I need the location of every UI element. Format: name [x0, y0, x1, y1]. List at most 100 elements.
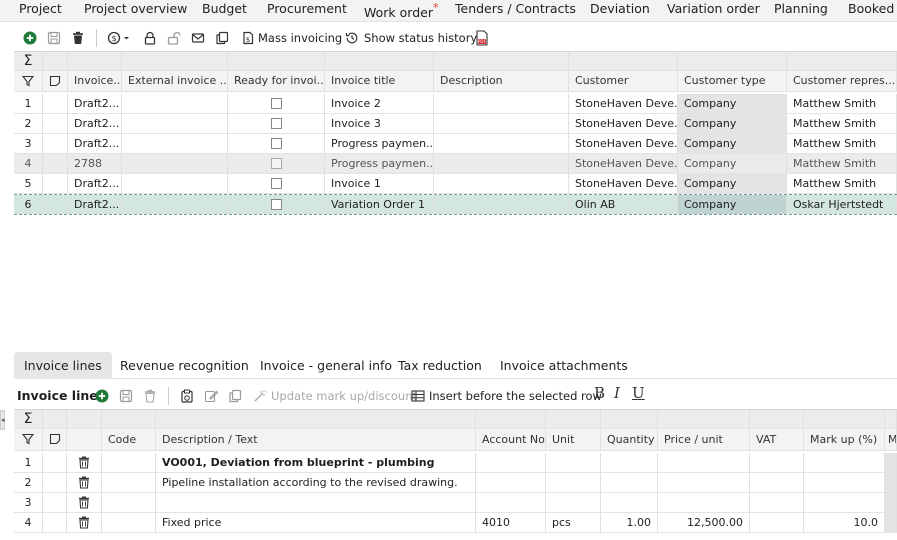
cell-code[interactable]	[102, 453, 156, 472]
cell-description[interactable]	[434, 114, 569, 133]
underline-button[interactable]: U	[632, 385, 645, 401]
cell-customer[interactable]: Olin AB	[569, 195, 678, 214]
table-row-selected[interactable]: 6 Draft2... Variation Order 1 Olin AB Co…	[14, 194, 897, 215]
col-header-customer-type[interactable]: Customer type	[678, 71, 787, 91]
cell-description[interactable]	[434, 154, 569, 173]
cell-invoice-title[interactable]: Invoice 3	[325, 114, 434, 133]
cell-quantity[interactable]	[601, 453, 658, 472]
cell-account-no[interactable]	[476, 473, 546, 492]
table-row[interactable]: 1 Draft2... Invoice 2 StoneHaven Deve...…	[14, 94, 897, 114]
delete-icon[interactable]	[70, 30, 86, 46]
nav-tab-booked-costs[interactable]: Booked C	[848, 0, 897, 18]
cell-customer-representative[interactable]: Matthew Smith	[787, 174, 897, 193]
sigma-icon[interactable]: Σ	[14, 52, 43, 70]
cell-external-invoice[interactable]	[122, 154, 228, 173]
note-icon[interactable]	[43, 71, 68, 91]
currency-dropdown-icon[interactable]: $	[106, 30, 130, 46]
cell-customer-type[interactable]: Company	[678, 195, 787, 214]
delete-line-icon[interactable]	[142, 388, 158, 404]
insert-row-icon[interactable]	[410, 388, 426, 404]
cell-customer[interactable]: StoneHaven Deve...	[569, 174, 678, 193]
col-header-code[interactable]: Code	[102, 429, 156, 450]
col-header-external-invoice[interactable]: External invoice ...	[122, 71, 228, 91]
cell-unit[interactable]	[546, 493, 601, 512]
cell-customer-type[interactable]: Company	[678, 174, 787, 193]
show-status-history-button[interactable]: Show status history	[364, 30, 477, 46]
cell-quantity[interactable]: 1.00	[601, 513, 658, 532]
ready-checkbox[interactable]	[228, 94, 325, 113]
delete-row-icon[interactable]	[67, 473, 102, 492]
cell-unit[interactable]: pcs	[546, 513, 601, 532]
cell-customer-representative[interactable]: Matthew Smith	[787, 134, 897, 153]
edit-icon[interactable]	[203, 388, 219, 404]
col-header-invoice-title[interactable]: Invoice title	[325, 71, 434, 91]
cell-price-unit[interactable]	[658, 493, 750, 512]
add-icon[interactable]	[22, 30, 38, 46]
col-header-invoice[interactable]: Invoice...	[68, 71, 122, 91]
cell-markup[interactable]	[804, 473, 885, 492]
cell-customer[interactable]: StoneHaven Deve...	[569, 114, 678, 133]
cell-customer-type[interactable]: Company	[678, 154, 787, 173]
cell-description-text[interactable]: Pipeline installation according to the r…	[156, 473, 476, 492]
cell-customer-representative[interactable]: Matthew Smith	[787, 94, 897, 113]
cell-invoice[interactable]: 2788	[68, 154, 122, 173]
cell-account-no[interactable]	[476, 453, 546, 472]
cell-description-text[interactable]	[156, 493, 476, 512]
nav-tab-project-overview[interactable]: Project overview	[84, 0, 187, 18]
cell-invoice-title[interactable]: Invoice 1	[325, 174, 434, 193]
cell-customer-representative[interactable]: Matthew Smith	[787, 154, 897, 173]
tab-tax-reduction[interactable]: Tax reduction	[388, 352, 492, 379]
save-lines-icon[interactable]	[118, 388, 134, 404]
table-row[interactable]: 2 Draft2... Invoice 3 StoneHaven Deve...…	[14, 114, 897, 134]
insert-before-selected-row-button[interactable]: Insert before the selected row	[429, 388, 602, 404]
cell-account-no[interactable]	[476, 493, 546, 512]
italic-button[interactable]: I	[614, 385, 620, 401]
copy-icon[interactable]	[214, 30, 230, 46]
cell-customer-representative[interactable]: Matthew Smith	[787, 114, 897, 133]
cell-customer-type[interactable]: Company	[678, 114, 787, 133]
tab-invoice-general-info[interactable]: Invoice - general info	[250, 352, 402, 379]
cell-customer-type[interactable]: Company	[678, 134, 787, 153]
col-header-description-text[interactable]: Description / Text	[156, 429, 476, 450]
tab-revenue-recognition[interactable]: Revenue recognition	[110, 352, 259, 379]
cell-external-invoice[interactable]	[122, 174, 228, 193]
update-markup-discount-button[interactable]: Update mark up/discount	[271, 388, 417, 404]
cell-invoice[interactable]: Draft2...	[68, 174, 122, 193]
bold-button[interactable]: B	[594, 385, 605, 401]
col-header-markup[interactable]: Mark up (%)	[804, 429, 885, 450]
duplicate-icon[interactable]	[227, 388, 243, 404]
nav-tab-deviation[interactable]: Deviation	[590, 0, 650, 18]
ready-checkbox[interactable]	[228, 174, 325, 193]
cell-code[interactable]	[102, 513, 156, 532]
col-header-customer-representative[interactable]: Customer repres...	[787, 71, 897, 91]
save-icon[interactable]	[46, 30, 62, 46]
history-icon[interactable]	[344, 30, 360, 46]
unlock-icon[interactable]	[166, 30, 182, 46]
ready-checkbox[interactable]	[228, 154, 325, 173]
cell-description[interactable]	[434, 174, 569, 193]
cell-vat[interactable]	[750, 513, 804, 532]
table-row[interactable]: 3	[14, 493, 897, 513]
table-row[interactable]: 4 Fixed price 4010 pcs 1.00 12,500.00 10…	[14, 513, 897, 533]
nav-tab-work-order[interactable]: Work order*	[364, 0, 438, 21]
mass-invoicing-button[interactable]: Mass invoicing	[258, 30, 342, 46]
table-row[interactable]: 3 Draft2... Progress paymen... StoneHave…	[14, 134, 897, 154]
col-header-account-no[interactable]: Account No	[476, 429, 546, 450]
cell-description[interactable]	[434, 195, 569, 214]
cell-invoice[interactable]: Draft2...	[68, 195, 122, 214]
cell-code[interactable]	[102, 473, 156, 492]
delete-row-icon[interactable]	[67, 493, 102, 512]
cell-invoice-title[interactable]: Invoice 2	[325, 94, 434, 113]
nav-tab-procurement[interactable]: Procurement	[267, 0, 347, 18]
cell-price-unit[interactable]: 12,500.00	[658, 513, 750, 532]
table-row[interactable]: 2 Pipeline installation according to the…	[14, 473, 897, 493]
paste-icon[interactable]	[179, 388, 195, 404]
col-header-customer[interactable]: Customer	[569, 71, 678, 91]
nav-tab-planning[interactable]: Planning	[774, 0, 828, 18]
cell-external-invoice[interactable]	[122, 134, 228, 153]
filter-icon[interactable]	[14, 71, 43, 91]
cell-description-text[interactable]: Fixed price	[156, 513, 476, 532]
splitter-handle[interactable]: ◂	[0, 410, 5, 430]
nav-tab-project[interactable]: Project	[19, 0, 62, 18]
tab-invoice-attachments[interactable]: Invoice attachments	[490, 352, 638, 379]
